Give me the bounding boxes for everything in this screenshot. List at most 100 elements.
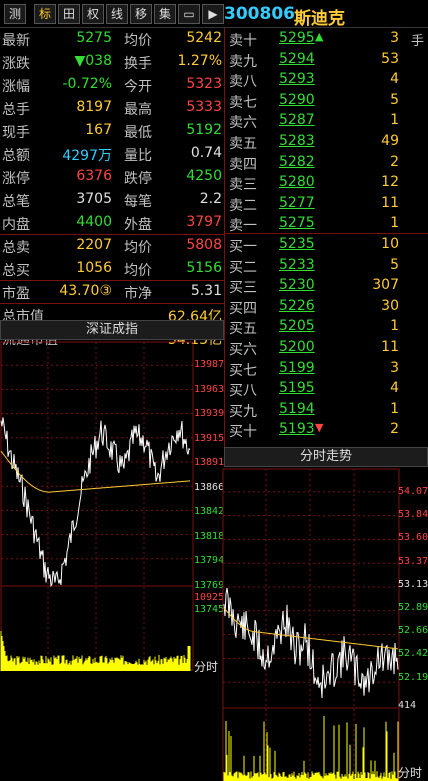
toolbar-tab[interactable]: 移: [130, 4, 152, 24]
ask-row[interactable]: 卖五 5283 49: [225, 131, 428, 154]
quote-label: 内盘: [2, 217, 30, 233]
stock-chart-title[interactable]: 分时走势: [224, 447, 428, 467]
arrow-up-icon: ▲: [315, 30, 324, 43]
quote-value: 4297万: [62, 148, 112, 164]
order-level-label: 卖八: [229, 74, 257, 91]
chart-frame: [0, 341, 194, 671]
quote-value: 3797: [186, 214, 222, 230]
price-tick-label: 13891: [194, 457, 225, 468]
index-volume-label: 10925: [194, 592, 225, 603]
quote-value: 2207: [76, 237, 112, 253]
toolbar-tab[interactable]: 测: [4, 4, 26, 24]
order-level-label: 买九: [229, 403, 257, 420]
quote-label: 总买: [2, 263, 30, 279]
quote-value: 3705: [76, 191, 112, 207]
quote-value: 1.27%: [177, 53, 222, 69]
price-tick-label: 53.60: [398, 532, 428, 544]
order-volume: 5: [390, 256, 399, 273]
order-price: 5205: [279, 318, 315, 335]
toolbar-tab[interactable]: 集: [154, 4, 176, 24]
price-tick-label: 13769: [194, 579, 225, 591]
order-level-label: 买二: [229, 259, 257, 276]
order-price: 5277: [279, 194, 315, 211]
order-price: 5294: [279, 50, 315, 67]
quote-label: 涨停: [2, 171, 30, 187]
quote-label: 市净: [124, 286, 152, 302]
toolbar-tab[interactable]: 权: [82, 4, 104, 24]
quote-value: 43.70③: [59, 283, 112, 299]
order-level-label: 买六: [229, 342, 257, 358]
bid-row[interactable]: 买十 5193 2 ▼: [225, 419, 428, 442]
bid-row[interactable]: 买八 5195 4: [225, 378, 428, 401]
stock-code[interactable]: 300806: [224, 4, 295, 24]
ask-row[interactable]: 卖二 5277 11: [225, 193, 428, 216]
ask-row[interactable]: 卖八 5293 4: [225, 69, 428, 92]
order-volume: 53: [381, 50, 399, 67]
price-tick-label: 52.66: [398, 625, 428, 637]
toolbar-tab[interactable]: 线: [106, 4, 128, 24]
index-price-line: [0, 417, 191, 588]
quote-value: 4400: [76, 214, 112, 230]
ask-row[interactable]: 卖七 5290 5: [225, 90, 428, 113]
price-tick-label: 13987: [194, 359, 225, 370]
stock-price-line: [223, 587, 399, 699]
quote-row: 总额 4297万 量比 0.74: [0, 143, 224, 166]
toolbar-tab[interactable]: 田: [58, 4, 80, 24]
stock-name[interactable]: 斯迪克: [294, 4, 345, 29]
ask-row[interactable]: 卖四 5282 2: [225, 152, 428, 175]
bid-row[interactable]: 买四 5226 30: [225, 296, 428, 319]
price-tick-label: 53.84: [398, 509, 428, 521]
toolbar: 测标田权线移集 ▭ ▶: [0, 0, 428, 28]
quote-value: 5275: [76, 30, 112, 46]
bid-row[interactable]: 买五 5205 1: [225, 316, 428, 339]
bid-row[interactable]: 买二 5233 5: [225, 255, 428, 278]
bid-row[interactable]: 买三 5230 307: [225, 275, 428, 298]
price-tick-label: 13818: [194, 530, 225, 542]
bid-row[interactable]: 买九 5194 1: [225, 399, 428, 422]
index-chart-title[interactable]: 深证成指: [0, 320, 224, 340]
order-level-label: 买一: [229, 239, 257, 255]
toolbar-tab[interactable]: ▶: [202, 4, 224, 24]
order-price: 5290: [279, 91, 315, 108]
order-volume: 30: [381, 297, 399, 314]
price-tick-label: 53.13: [398, 578, 428, 590]
quote-label: 总额: [2, 148, 30, 164]
toolbar-tab[interactable]: 标: [34, 4, 56, 24]
order-volume: 12: [381, 174, 399, 191]
order-volume: 11: [381, 339, 399, 355]
bid-row[interactable]: 买七 5199 3: [225, 358, 428, 381]
quote-label: 总手: [2, 102, 30, 118]
bid-row[interactable]: 买一 5235 10: [225, 234, 428, 257]
quote-label: 均价: [124, 263, 152, 279]
index-chart[interactable]: [0, 341, 224, 671]
order-price: 5230: [279, 277, 315, 294]
quote-label: 涨跌: [2, 56, 30, 72]
quote-value: 0.74: [190, 145, 222, 161]
quote-label: 最高: [124, 102, 152, 118]
ask-row[interactable]: 卖六 5287 1: [225, 110, 428, 133]
index-time-label: 分时: [194, 660, 219, 674]
quote-value: 8197: [76, 99, 112, 115]
quote-value: 5242: [186, 30, 222, 46]
order-volume: 2: [390, 153, 399, 170]
stock-time-label: 分时: [398, 766, 423, 780]
order-level-label: 卖十: [229, 33, 257, 49]
order-level-label: 卖三: [229, 177, 257, 194]
toolbar-tab[interactable]: ▭: [178, 4, 200, 24]
quote-row: 总买 1056 均价 5156: [0, 258, 224, 281]
quote-value: 5.31: [190, 283, 222, 299]
order-volume: 1: [390, 112, 399, 129]
ask-row[interactable]: 卖三 5280 12: [225, 172, 428, 195]
order-price: 5199: [279, 359, 315, 376]
quote-row: 现手 167 最低 5192: [0, 120, 224, 143]
order-price: 5287: [279, 112, 315, 129]
ask-row[interactable]: 卖九 5294 53: [225, 49, 428, 72]
order-price: 5200: [279, 339, 315, 355]
bid-row[interactable]: 买六 5200 11: [225, 337, 428, 360]
order-volume: 1: [390, 215, 399, 232]
unit-label: 手: [410, 34, 424, 49]
quote-label: 现手: [2, 125, 30, 141]
order-level-label: 买三: [229, 280, 257, 297]
ask-row[interactable]: 卖十 5295 3 ▲: [225, 28, 428, 51]
order-price: 5282: [279, 153, 315, 170]
